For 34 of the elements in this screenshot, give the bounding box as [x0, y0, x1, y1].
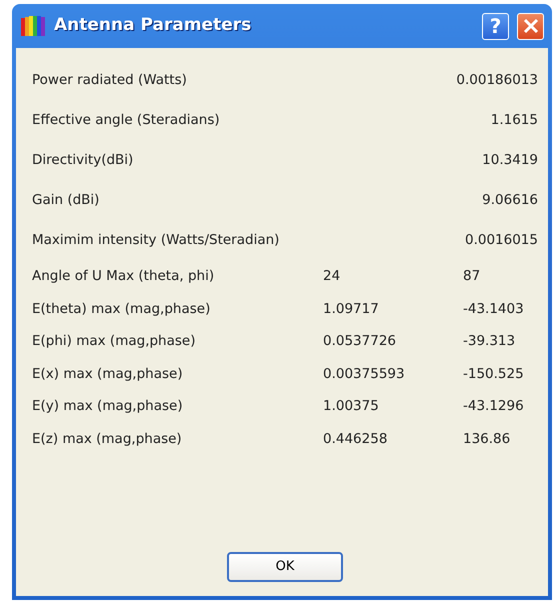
parameter-label: E(theta) max (mag,phase): [32, 300, 212, 319]
parameter-value: 9.06616: [482, 190, 538, 210]
parameter-label: E(x) max (mag,phase): [32, 364, 184, 384]
parameter-value: -150.525: [463, 364, 524, 384]
parameter-value: -43.1296: [463, 397, 524, 416]
parameter-value: -39.313: [463, 332, 516, 352]
parameter-value: 0.00375593: [323, 364, 406, 384]
parameter-value: 136.86: [463, 430, 510, 449]
parameter-label: Angle of U Max (theta, phi): [32, 267, 216, 286]
parameter-label: E(phi) max (mag,phase): [32, 332, 196, 352]
parameter-value: 0.446258: [323, 430, 388, 449]
parameter-label: E(z) max (mag,phase): [32, 430, 183, 449]
parameter-value: 0.0016015: [464, 230, 538, 250]
parameter-value: 0.0537726: [323, 332, 398, 352]
window-title: Antenna Parameters: [54, 14, 252, 38]
parameter-label: Directivity(dBi): [32, 150, 134, 170]
parameter-value: 1.1615: [490, 110, 538, 130]
parameter-label: Effective angle (Steradians): [32, 110, 221, 130]
parameter-label: E(y) max (mag,phase): [32, 397, 184, 416]
parameter-value: 1.00375: [323, 397, 380, 416]
app-icon: [20, 14, 46, 38]
help-button[interactable]: ?: [482, 12, 509, 40]
parameter-label: Maximim intensity (Watts/Steradian): [32, 230, 280, 250]
parameter-value: 0.00186013: [456, 70, 538, 90]
close-icon: [522, 18, 538, 34]
parameter-value: 1.09717: [323, 300, 380, 319]
parameter-value: 24: [323, 267, 342, 286]
parameter-label: Gain (dBi): [32, 190, 100, 210]
parameter-label: Power radiated (Watts): [32, 70, 188, 90]
ok-button[interactable]: OK: [227, 552, 343, 582]
parameter-value: -43.1403: [463, 300, 524, 319]
close-button[interactable]: [517, 12, 544, 40]
parameter-value: 10.3419: [482, 150, 538, 170]
parameter-value: 87: [463, 267, 480, 286]
